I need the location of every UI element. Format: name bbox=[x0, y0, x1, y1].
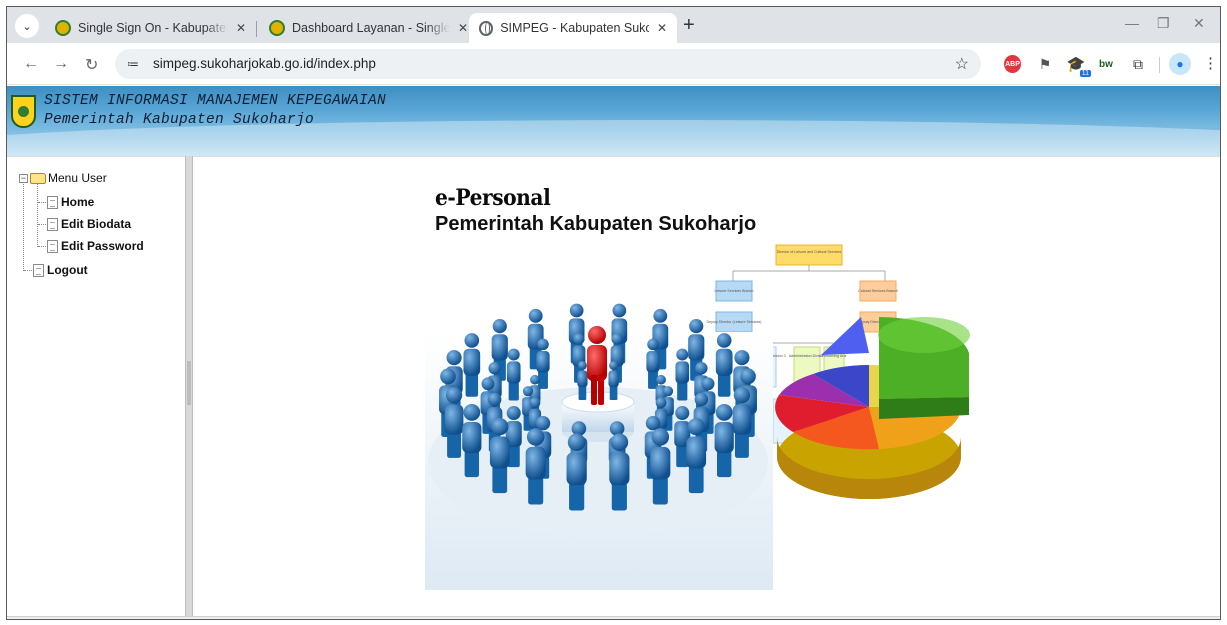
main-content: e-Personal Pemerintah Kabupaten Sukoharj… bbox=[193, 156, 1220, 616]
splitter-grip[interactable] bbox=[187, 361, 191, 405]
org-chart-top-label: Director of Leisure and Cultural Service… bbox=[777, 250, 842, 254]
regency-seal-logo bbox=[11, 95, 36, 128]
toolbar-separator bbox=[1159, 57, 1160, 73]
new-tab-plus-icon[interactable]: + bbox=[683, 15, 695, 35]
browser-window: ⌄ Single Sign On - Kabupaten Sukoharjo ✕… bbox=[6, 6, 1221, 620]
crowd-person bbox=[714, 403, 734, 478]
org-chart-division-4: Administration Division bbox=[789, 354, 825, 358]
adblock-plus-icon[interactable]: ABP bbox=[1004, 55, 1021, 73]
close-window-icon[interactable]: ✕ bbox=[1193, 15, 1205, 32]
tab-single-sign-on[interactable]: Single Sign On - Kabupaten Sukoharjo ✕ bbox=[45, 13, 256, 43]
hero-illustration: Director of Leisure and Cultural Service… bbox=[425, 244, 970, 590]
crowd-person bbox=[506, 348, 521, 401]
flag-extension-icon[interactable]: ⚑ bbox=[1037, 55, 1053, 73]
extensions-puzzle-icon[interactable]: ⧉ bbox=[1129, 55, 1147, 73]
bw-extension-icon[interactable]: bw bbox=[1097, 55, 1115, 73]
open-folder-icon bbox=[30, 172, 46, 184]
tab-dashboard-layanan[interactable]: Dashboard Layanan - Single Sign On ✕ bbox=[259, 13, 478, 43]
crowd-person bbox=[577, 360, 588, 400]
tab-title: SIMPEG - Kabupaten Sukoharjo bbox=[500, 21, 649, 35]
site-settings-icon[interactable]: ≔ bbox=[127, 57, 139, 71]
url-text[interactable]: simpeg.sukoharjokab.go.id/index.php bbox=[153, 56, 376, 71]
crowd-person bbox=[686, 418, 707, 494]
crowd-person bbox=[732, 387, 752, 458]
restore-icon[interactable]: ❐ bbox=[1157, 15, 1170, 32]
crowd-person bbox=[608, 360, 619, 400]
tab-title: Single Sign On - Kabupaten Sukoharjo bbox=[78, 21, 228, 35]
page-icon bbox=[47, 195, 58, 209]
crowd-person bbox=[650, 428, 671, 505]
page-header-banner: SISTEM INFORMASI MANAJEMEN KEPEGAWAIAN P… bbox=[7, 86, 1220, 156]
close-icon[interactable]: ✕ bbox=[236, 21, 246, 35]
org-chart-left-branch: Leisure Services Branch bbox=[715, 289, 754, 293]
tree-line bbox=[37, 183, 38, 247]
seal-favicon-icon bbox=[269, 20, 285, 36]
minimize-icon[interactable]: — bbox=[1125, 15, 1139, 31]
org-chart-right-branch: Cultural Services Branch bbox=[858, 289, 898, 293]
government-title: Pemerintah Kabupaten Sukoharjo bbox=[44, 112, 315, 128]
forward-arrow-icon[interactable]: → bbox=[53, 55, 69, 73]
back-arrow-icon[interactable]: ← bbox=[23, 55, 39, 73]
sidebar-splitter[interactable] bbox=[185, 156, 193, 616]
bookmark-star-icon[interactable]: ☆ bbox=[955, 54, 969, 74]
page-icon bbox=[47, 239, 58, 253]
collapse-toggle-icon[interactable]: − bbox=[19, 173, 28, 183]
graduation-cap-extension-icon[interactable]: 🎓 11 bbox=[1065, 55, 1091, 77]
browser-toolbar: ← → ↻ ≔ simpeg.sukoharjokab.go.id/index.… bbox=[7, 43, 1220, 85]
sidebar-item-label[interactable]: Logout bbox=[47, 263, 88, 277]
sidebar-item-edit-password[interactable]: Edit Password bbox=[47, 239, 144, 253]
tab-simpeg[interactable]: SIMPEG - Kabupaten Sukoharjo ✕ bbox=[469, 13, 677, 43]
crowd-person bbox=[525, 428, 546, 505]
sidebar-menu: − Menu User Home Edit Biodata Edit Passw… bbox=[7, 156, 185, 616]
tab-search-icon[interactable]: ⌄ bbox=[15, 14, 39, 38]
menu-user-label: Menu User bbox=[48, 171, 107, 185]
crowd-person bbox=[462, 403, 482, 478]
crowd-person bbox=[463, 333, 481, 397]
address-bar[interactable]: ≔ simpeg.sukoharjokab.go.id/index.php ☆ bbox=[115, 49, 981, 79]
sidebar-item-label[interactable]: Edit Biodata bbox=[61, 217, 131, 231]
tab-strip: ⌄ Single Sign On - Kabupaten Sukoharjo ✕… bbox=[7, 7, 1220, 43]
tree-root-menu-user[interactable]: − Menu User bbox=[19, 171, 107, 185]
sidebar-item-edit-biodata[interactable]: Edit Biodata bbox=[47, 217, 131, 231]
tree-line bbox=[23, 181, 24, 271]
reload-icon[interactable]: ↻ bbox=[85, 55, 98, 75]
org-chart-left-deputy: Deputy Director (Leisure Services) bbox=[707, 320, 762, 324]
sidebar-item-label[interactable]: Home bbox=[61, 195, 94, 209]
crowd-person bbox=[489, 418, 510, 494]
sidebar-item-home[interactable]: Home bbox=[47, 195, 94, 209]
sidebar-item-label[interactable]: Edit Password bbox=[61, 239, 144, 253]
crowd-person bbox=[609, 433, 630, 511]
page-icon bbox=[47, 217, 58, 231]
tab-title: Dashboard Layanan - Single Sign On bbox=[292, 21, 450, 35]
close-icon[interactable]: ✕ bbox=[458, 21, 468, 35]
crowd-person bbox=[715, 333, 733, 397]
profile-avatar-icon[interactable]: ● bbox=[1169, 53, 1191, 75]
crowd-person bbox=[675, 348, 690, 401]
sidebar-item-logout[interactable]: Logout bbox=[33, 263, 88, 277]
system-title: SISTEM INFORMASI MANAJEMEN KEPEGAWAIAN bbox=[44, 93, 387, 109]
pie-chart-graphic bbox=[775, 317, 970, 499]
globe-favicon-icon bbox=[479, 20, 494, 36]
crowd-person bbox=[566, 433, 587, 511]
menu-kebab-icon[interactable]: ⋮ bbox=[1203, 54, 1218, 72]
close-icon[interactable]: ✕ bbox=[657, 21, 667, 35]
extension-badge: 11 bbox=[1079, 70, 1091, 77]
seal-favicon-icon bbox=[55, 20, 71, 36]
crowd-person bbox=[444, 387, 464, 458]
tab-separator bbox=[256, 21, 257, 37]
status-strip bbox=[7, 616, 1220, 619]
page-icon bbox=[33, 263, 44, 277]
